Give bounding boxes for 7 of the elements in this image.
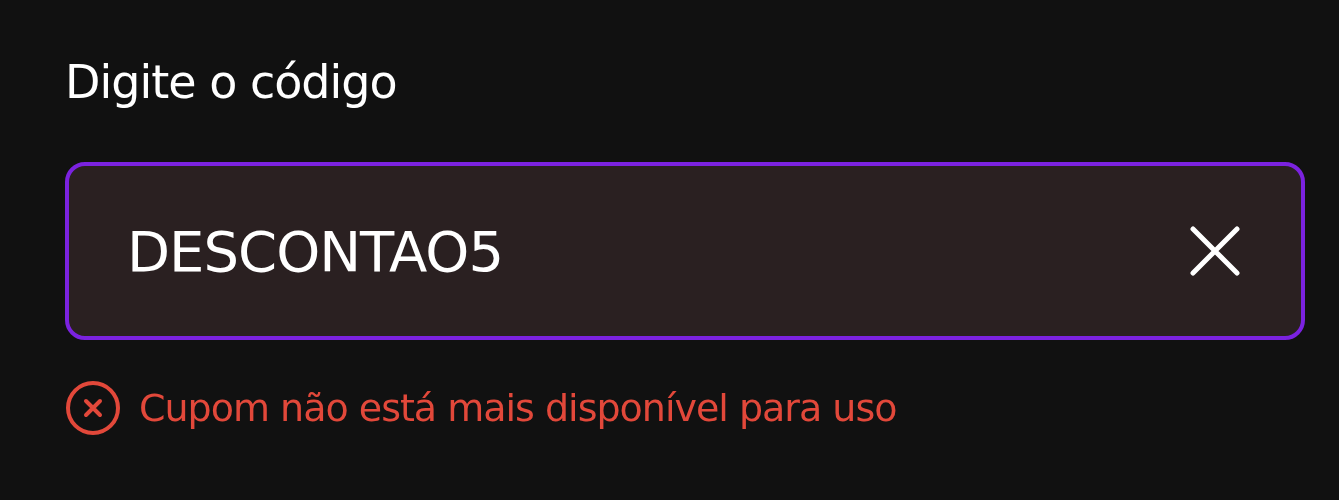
- field-label: Digite o código: [65, 54, 397, 111]
- close-icon: [1187, 223, 1243, 279]
- clear-button[interactable]: [1187, 223, 1243, 279]
- code-input[interactable]: DESCONTAO5: [127, 218, 1187, 284]
- error-message: Cupom não está mais disponível para uso: [139, 386, 897, 430]
- error-icon: [65, 380, 121, 436]
- code-field[interactable]: DESCONTAO5: [65, 162, 1305, 340]
